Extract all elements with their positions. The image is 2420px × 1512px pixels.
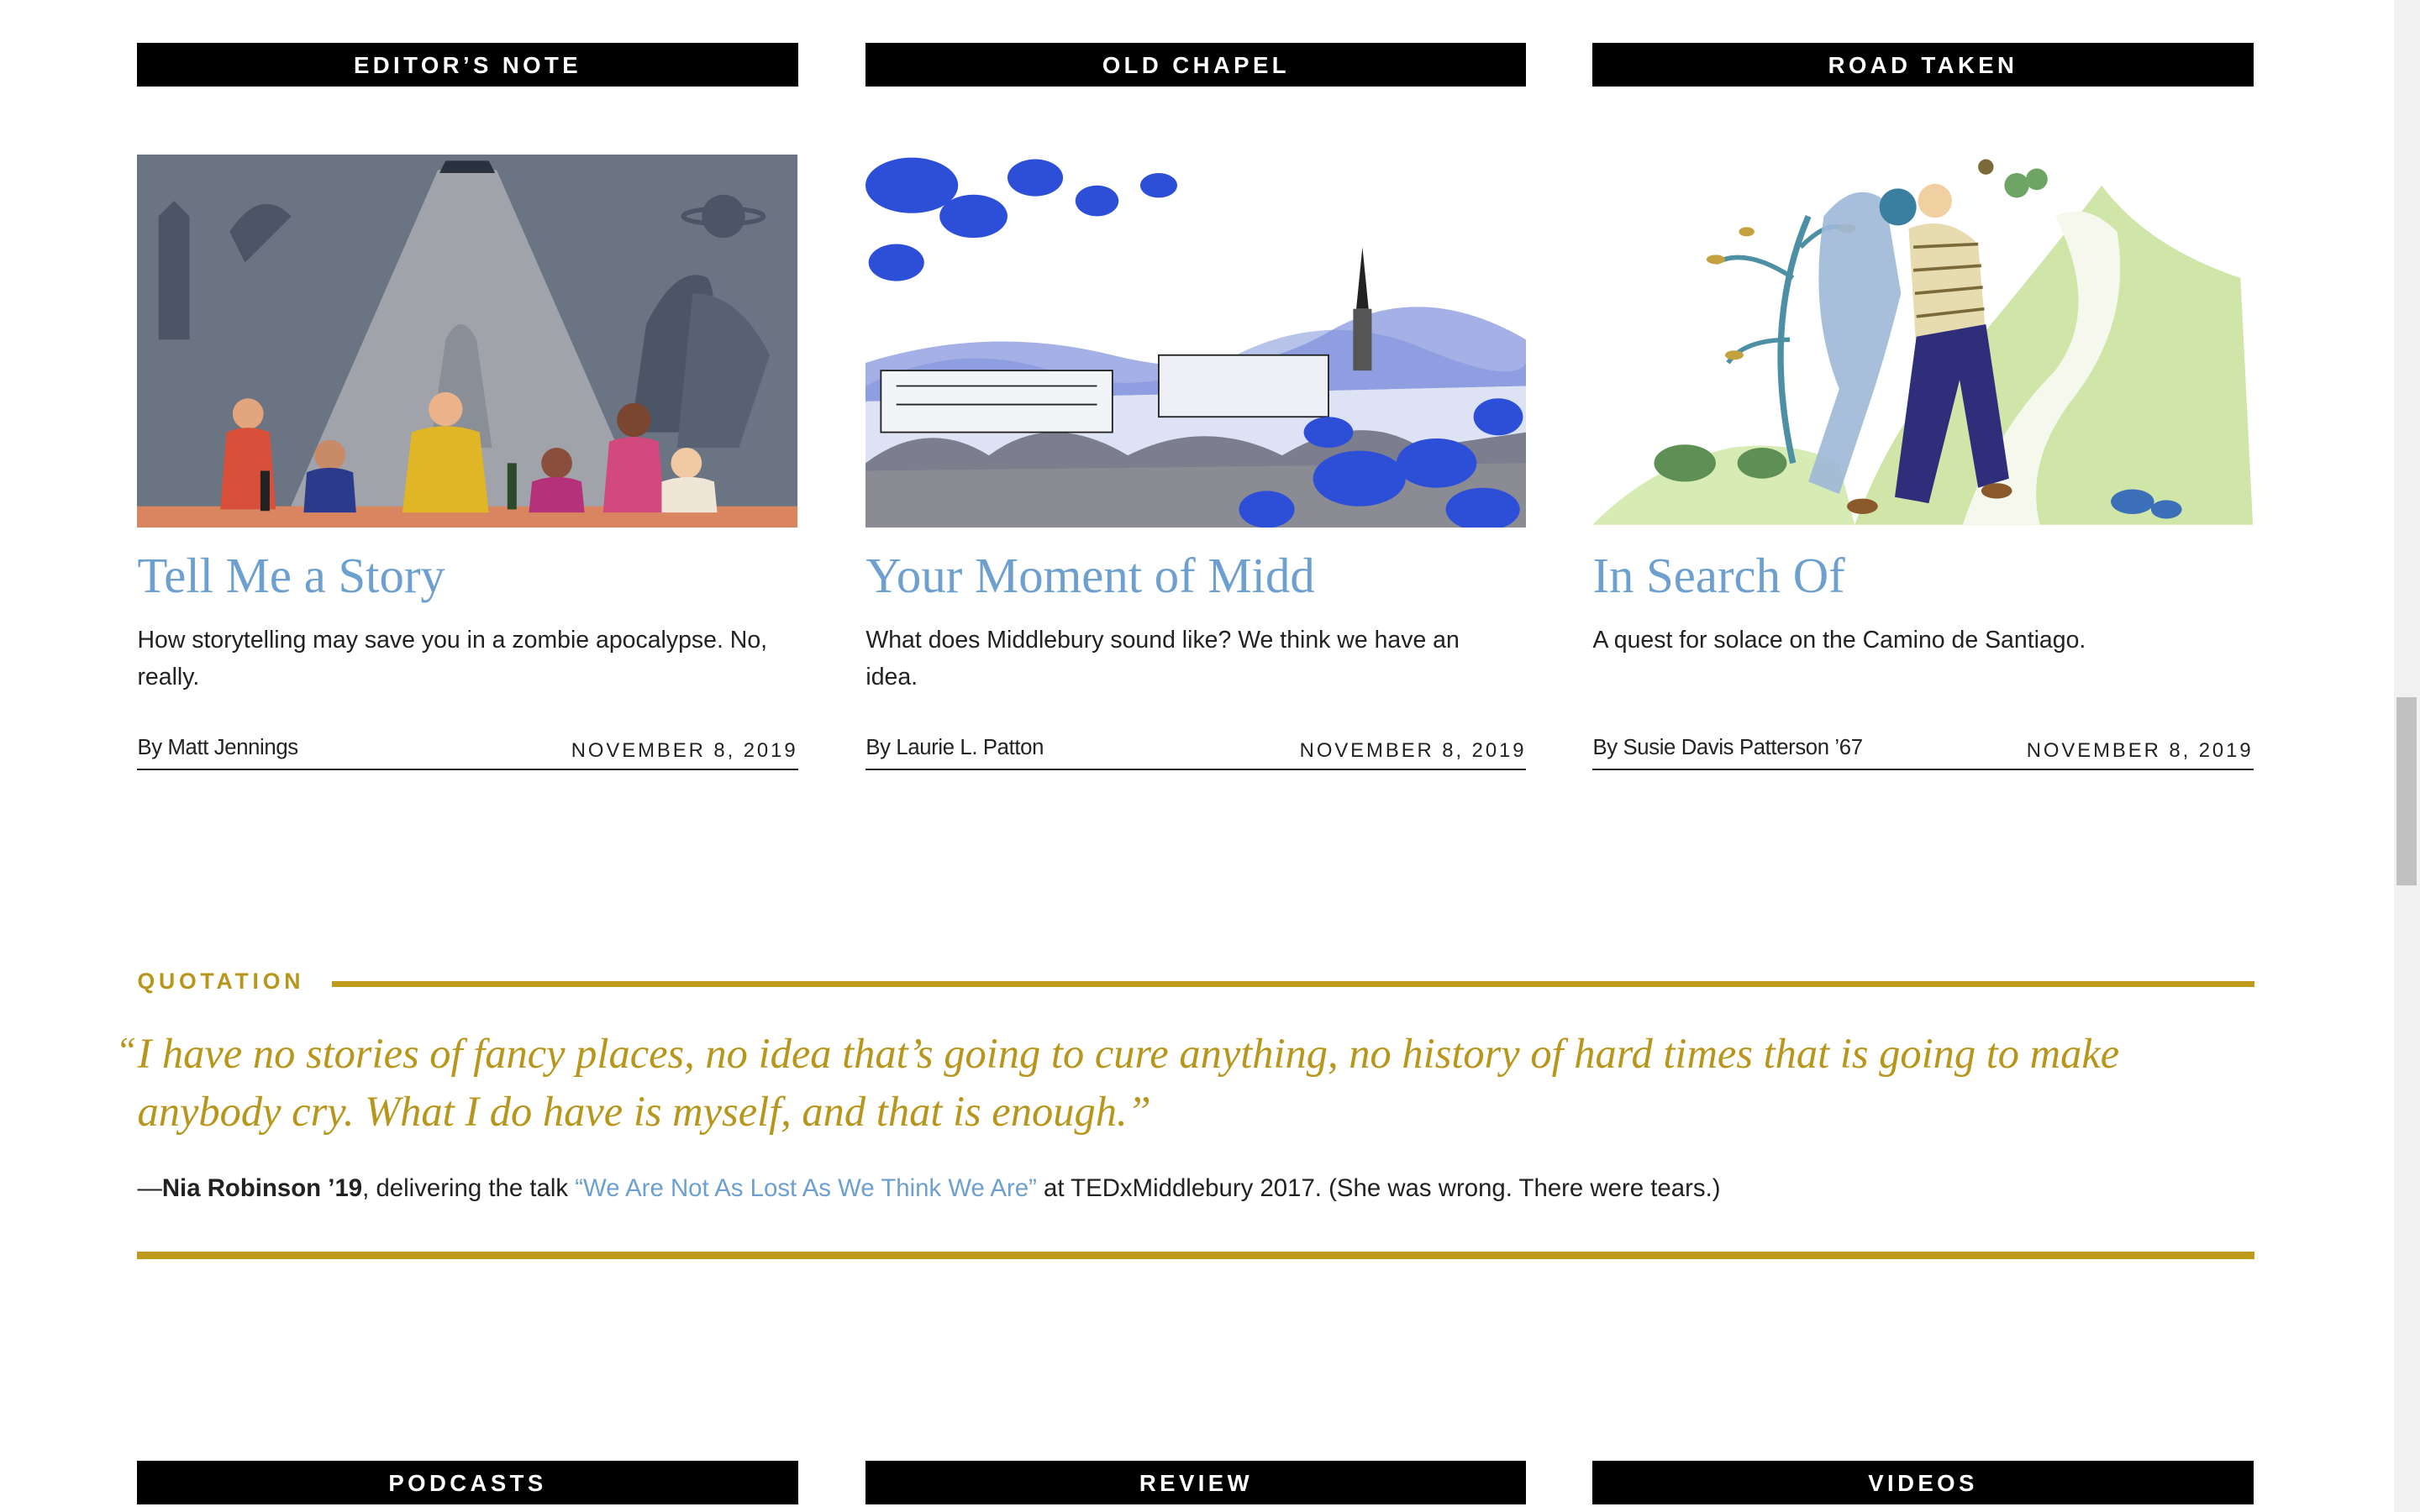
quotation-bottom-rule [137, 1251, 2255, 1259]
scrollbar-thumb[interactable] [2396, 697, 2417, 886]
article-title[interactable]: Your Moment of Midd [865, 548, 1314, 604]
article-card-in-search-of: In Search Of A quest for solace on the C… [1592, 0, 2254, 802]
article-dek: A quest for solace on the Camino de Sant… [1592, 627, 2086, 654]
article-dek: What does Middlebury sound like? We thin… [865, 627, 1460, 691]
section-bar-review[interactable]: REVIEW [865, 1461, 1527, 1504]
quotation-attribution: —Nia Robinson ’19, delivering the talk “… [137, 1174, 2254, 1203]
article-byline[interactable]: By Matt Jennings [137, 736, 298, 760]
article-dek: How storytelling may save you in a zombi… [137, 627, 768, 691]
attribution-mid: , delivering the talk [362, 1173, 576, 1202]
article-byline[interactable]: By Laurie L. Patton [865, 736, 1044, 760]
talk-link[interactable]: “We Are Not As Lost As We Think We Are” [575, 1174, 1037, 1202]
article-meta: By Laurie L. Patton NOVEMBER 8, 2019 [865, 734, 1527, 770]
storytelling-illustration [137, 154, 798, 528]
quotation-text: I have no stories of fancy places, no id… [137, 1029, 2120, 1136]
article-date: NOVEMBER 8, 2019 [2026, 738, 2254, 762]
article-meta: By Susie Davis Patterson ’67 NOVEMBER 8,… [1592, 734, 2254, 770]
article-image-campus-watercolor[interactable] [865, 154, 1527, 528]
attribution-dash: — [137, 1173, 162, 1202]
article-meta: By Matt Jennings NOVEMBER 8, 2019 [137, 734, 798, 770]
attribution-tail: at TEDxMiddlebury 2017. (She was wrong. … [1036, 1173, 1721, 1202]
article-date: NOVEMBER 8, 2019 [1299, 738, 1527, 762]
speaker-name: Nia Robinson ’19 [161, 1173, 363, 1202]
quotation-text-block: “ I have no stories of fancy places, no … [116, 1025, 2254, 1142]
page-scrollbar[interactable] [2393, 0, 2420, 1512]
camino-illustration [1592, 154, 2254, 528]
quotation-header: QUOTATION [137, 969, 2255, 1000]
article-byline[interactable]: By Susie Davis Patterson ’67 [1592, 736, 1863, 760]
article-date: NOVEMBER 8, 2019 [571, 738, 798, 762]
article-title[interactable]: Tell Me a Story [137, 548, 445, 604]
article-image-camino-walkers[interactable] [1592, 154, 2254, 528]
section-bar-podcasts[interactable]: PODCASTS [137, 1461, 798, 1504]
quotation-label: QUOTATION [137, 969, 317, 995]
open-quote-mark: “ [115, 1029, 137, 1071]
article-title[interactable]: In Search Of [1592, 548, 1844, 604]
article-card-tell-me-a-story: Tell Me a Story How storytelling may sav… [137, 0, 798, 802]
article-card-your-moment-of-midd: Your Moment of Midd What does Middlebury… [865, 0, 1527, 802]
quotation-top-rule [331, 981, 2255, 988]
section-bar-videos[interactable]: VIDEOS [1592, 1461, 2254, 1504]
campus-illustration [865, 154, 1527, 528]
article-image-storytelling-dinner[interactable] [137, 154, 798, 528]
